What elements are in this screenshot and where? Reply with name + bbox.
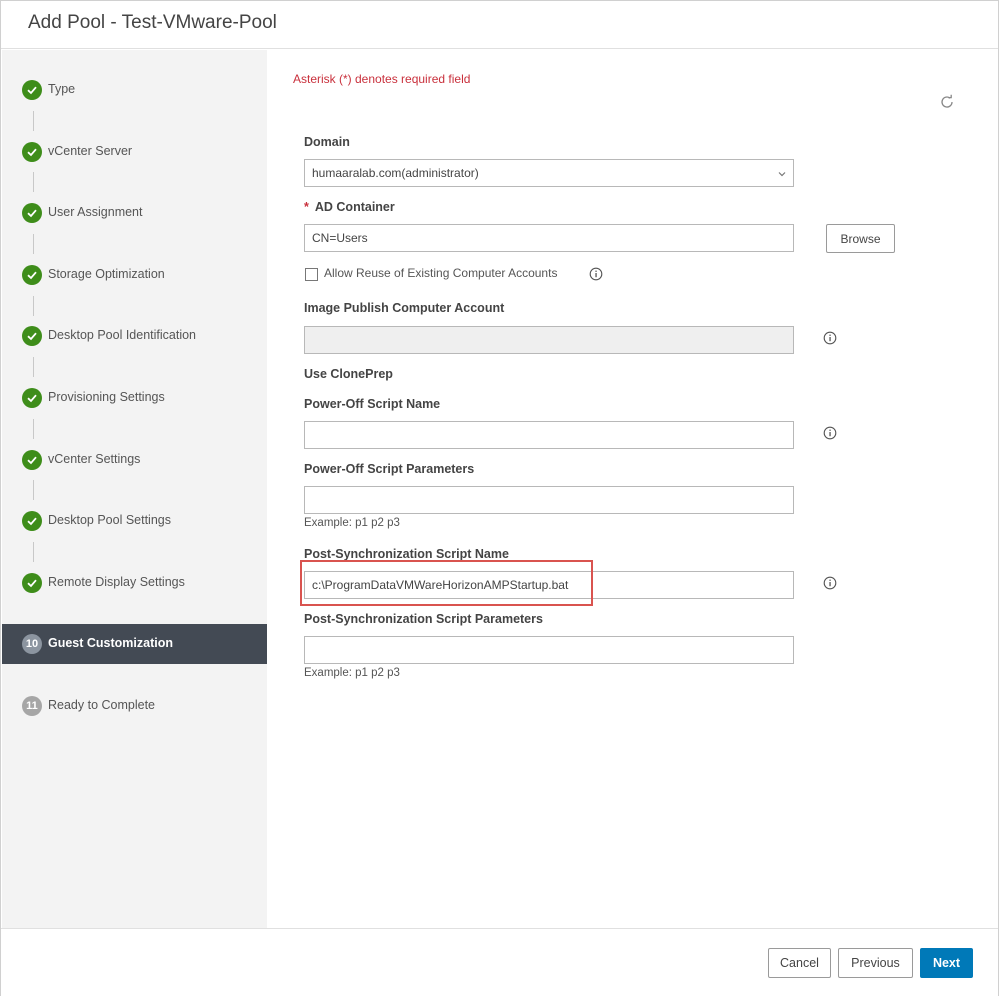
use-cloneprep-label: Use ClonePrep [304,367,393,381]
step-number-badge: 10 [22,634,42,654]
power-off-script-name-label: Power-Off Script Name [304,397,441,411]
allow-reuse-label: Allow Reuse of Existing Computer Account… [324,266,558,280]
step-label: Storage Optimization [48,267,165,281]
step-remote-display-settings[interactable]: Remote Display Settings [2,563,267,603]
step-user-assignment[interactable]: User Assignment [2,193,267,233]
step-label: Provisioning Settings [48,390,165,404]
next-button[interactable]: Next [920,948,973,978]
ad-container-label: * AD Container [304,200,395,214]
step-type[interactable]: Type [2,70,267,110]
step-vcenter-server[interactable]: vCenter Server [2,132,267,172]
step-desktop-pool-settings[interactable]: Desktop Pool Settings [2,501,267,541]
post-sync-script-params-input[interactable] [304,636,794,664]
chevron-down-icon [778,172,786,177]
power-off-script-params-input[interactable] [304,486,794,514]
refresh-icon[interactable] [939,94,955,110]
step-connector [33,234,34,254]
step-label: Remote Display Settings [48,575,185,589]
step-connector [33,172,34,192]
guest-customization-form: Asterisk (*) denotes required field Doma… [267,50,999,928]
step-label: Ready to Complete [48,698,156,712]
browse-button[interactable]: Browse [826,224,895,253]
allow-reuse-checkbox[interactable] [305,268,318,281]
step-provisioning-settings[interactable]: Provisioning Settings [2,378,267,418]
info-icon[interactable] [823,576,837,590]
ad-container-input[interactable]: CN=Users [304,224,794,252]
step-connector [33,419,34,439]
step-label: User Assignment [48,205,143,219]
check-icon [22,573,42,593]
previous-button[interactable]: Previous [838,948,913,978]
post-sync-params-example: Example: p1 p2 p3 [304,667,400,679]
ad-container-label-text: AD Container [314,200,395,214]
step-label: vCenter Settings [48,452,141,466]
step-label: Desktop Pool Identification [48,328,197,342]
info-icon[interactable] [589,267,603,281]
post-sync-script-params-label: Post-Synchronization Script Parameters [304,612,543,626]
cancel-button[interactable]: Cancel [768,948,831,978]
check-icon [22,388,42,408]
step-ready-to-complete[interactable]: 11 Ready to Complete [2,686,267,726]
check-icon [22,142,42,162]
dialog-title: Add Pool - Test-VMware-Pool [28,12,277,33]
step-label: Type [48,82,76,96]
info-icon[interactable] [823,331,837,345]
wizard-steps-sidebar: Type vCenter Server User Assignment Stor… [2,50,267,928]
domain-select[interactable]: humaaralab.com(administrator) [304,159,794,187]
step-desktop-pool-identification[interactable]: Desktop Pool Identification [2,316,267,356]
required-field-note: Asterisk (*) denotes required field [293,72,471,86]
image-publish-label: Image Publish Computer Account [304,301,505,315]
check-icon [22,203,42,223]
step-connector [33,357,34,377]
step-guest-customization[interactable]: 10 Guest Customization [2,624,267,664]
check-icon [22,326,42,346]
image-publish-input [304,326,794,354]
step-connector [33,296,34,316]
step-label: Guest Customization [48,636,174,650]
highlight-box [300,560,593,606]
step-vcenter-settings[interactable]: vCenter Settings [2,440,267,480]
step-connector [33,111,34,131]
step-storage-optimization[interactable]: Storage Optimization [2,255,267,295]
post-sync-script-name-label: Post-Synchronization Script Name [304,547,509,561]
step-connector [33,542,34,562]
check-icon [22,265,42,285]
step-label: vCenter Server [48,144,133,158]
ad-container-value: CN=Users [312,231,368,245]
power-off-params-example: Example: p1 p2 p3 [304,517,400,529]
required-asterisk: * [304,200,309,214]
check-icon [22,511,42,531]
dialog-header: Add Pool - Test-VMware-Pool [1,1,998,49]
info-icon[interactable] [823,426,837,440]
step-label: Desktop Pool Settings [48,513,171,527]
dialog-footer: Cancel Previous Next [1,928,998,996]
add-pool-dialog: Add Pool - Test-VMware-Pool Type vCenter… [0,0,999,996]
domain-label: Domain [304,135,350,149]
domain-value: humaaralab.com(administrator) [312,166,479,180]
power-off-script-params-label: Power-Off Script Parameters [304,462,475,476]
power-off-script-name-input[interactable] [304,421,794,449]
check-icon [22,450,42,470]
step-number-badge: 11 [22,696,42,716]
check-icon [22,80,42,100]
step-connector [33,480,34,500]
